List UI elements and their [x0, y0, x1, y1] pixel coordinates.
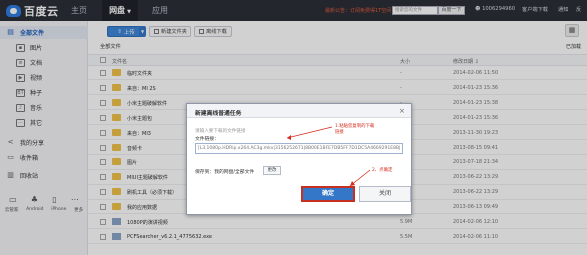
annotation-step-2: 2、点确定: [372, 168, 393, 173]
annotation-step-1: 1.粘贴您复制的下载 链接: [335, 123, 374, 135]
change-path-button[interactable]: 更改: [263, 166, 281, 175]
annotation-step-1-line-2: 链接: [335, 130, 344, 135]
close-icon[interactable]: ×: [399, 107, 405, 115]
annotation-step-1-line-1: 1.粘贴您复制的下载: [335, 124, 375, 129]
close-button[interactable]: 关闭: [359, 186, 411, 202]
link-label: 文件链接：: [195, 137, 219, 142]
link-input[interactable]: [L3.1080p.HDRip.x264.AC3g.mkv|3156252671…: [195, 143, 403, 154]
confirm-button[interactable]: 确定: [301, 186, 355, 202]
offline-task-dialog: 新建离线普通任务 × 请输入要下载的文件链接 文件链接： [L3.1080p.H…: [186, 103, 412, 215]
save-path: 保存到：我的网盘/全部文件: [195, 170, 255, 175]
dialog-title: 新建离线普通任务: [195, 111, 242, 117]
link-hint: 请输入要下载的文件链接: [195, 129, 246, 134]
dialog-title-bar: 新建离线普通任务 ×: [187, 104, 411, 118]
